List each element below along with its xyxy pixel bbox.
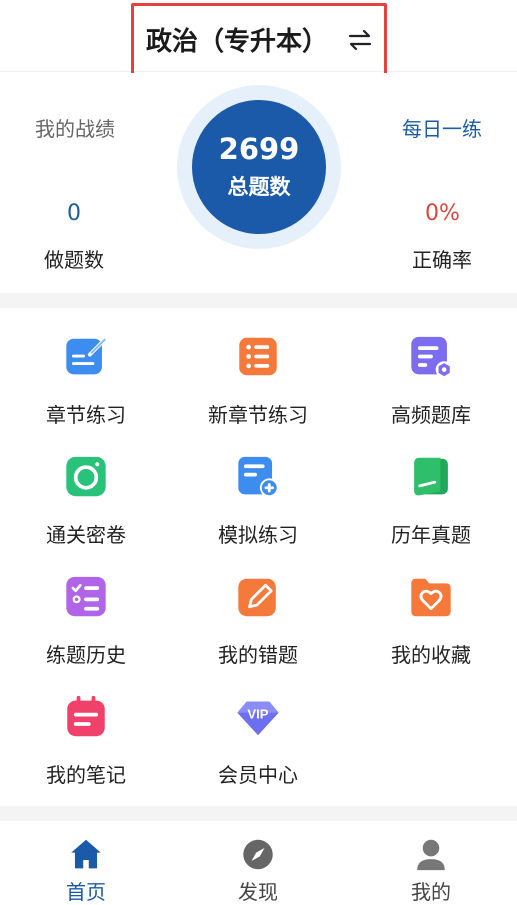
menu-item-label: 历年真题 xyxy=(391,523,471,547)
stats-panel: 我的战绩 每日一练 2699 总题数 0 做题数 0% 正确率 xyxy=(0,73,517,293)
tab-mine[interactable]: 我的 xyxy=(345,821,517,905)
menu-item-label: 我的错题 xyxy=(218,643,298,667)
tab-label: 发现 xyxy=(238,880,278,904)
total-questions-circle: 2699 总题数 xyxy=(192,100,326,234)
menu-item-my-favorites[interactable]: 我的收藏 xyxy=(345,548,517,668)
section-divider xyxy=(0,806,517,821)
accuracy-value: 0% xyxy=(425,201,460,226)
menu-item-label: 通关密卷 xyxy=(46,523,126,547)
menu-item-past-exams[interactable]: 历年真题 xyxy=(345,428,517,548)
done-count-value: 0 xyxy=(67,201,81,226)
daily-practice-link[interactable]: 每日一练 xyxy=(402,113,482,142)
home-icon xyxy=(71,839,101,869)
menu-item-label: 练题历史 xyxy=(46,643,126,667)
svg-text:VIP: VIP xyxy=(247,706,268,721)
notes-icon xyxy=(67,695,105,737)
done-count-label: 做题数 xyxy=(44,248,104,272)
menu-item-label: 我的笔记 xyxy=(46,763,126,787)
accuracy-label: 正确率 xyxy=(412,248,472,272)
question-bank-icon xyxy=(411,336,453,379)
vip-icon: VIP xyxy=(237,701,279,736)
header: 政治（专升本） xyxy=(0,0,517,76)
menu-item-vip-center[interactable]: VIP 会员中心 xyxy=(172,668,344,788)
menu-item-high-frequency-bank[interactable]: 高频题库 xyxy=(345,308,517,428)
menu-item-label: 会员中心 xyxy=(218,763,298,787)
tab-label: 首页 xyxy=(66,880,106,904)
bottom-tab-bar: 首页 发现 我的 xyxy=(0,821,517,905)
favorite-folder-icon xyxy=(411,578,451,617)
my-record-label: 我的战绩 xyxy=(35,117,115,141)
menu-item-practice-history[interactable]: 练题历史 xyxy=(0,548,172,668)
camera-icon xyxy=(66,456,106,497)
total-questions-label: 总题数 xyxy=(227,174,291,199)
total-questions-value: 2699 xyxy=(218,132,300,167)
subject-switch-button[interactable]: 政治（专升本） xyxy=(131,3,387,76)
add-document-icon xyxy=(238,456,279,498)
tab-home[interactable]: 首页 xyxy=(0,821,172,905)
menu-item-label: 我的收藏 xyxy=(391,643,471,667)
tab-discover[interactable]: 发现 xyxy=(172,821,344,905)
menu-item-secret-papers[interactable]: 通关密卷 xyxy=(0,428,172,548)
edit-icon xyxy=(238,578,276,617)
menu-item-label: 新章节练习 xyxy=(208,403,308,427)
menu-item-my-mistakes[interactable]: 我的错题 xyxy=(172,548,344,668)
menu-item-new-chapter-practice[interactable]: 新章节练习 xyxy=(172,308,344,428)
menu-item-label: 模拟练习 xyxy=(218,523,298,547)
feature-grid: 章节练习 新章节练习 高频题库 通关密卷 模拟练习 历年真题 练题历史 我的错题… xyxy=(0,308,517,806)
menu-item-chapter-practice[interactable]: 章节练习 xyxy=(0,308,172,428)
section-divider xyxy=(0,293,517,308)
checklist-icon xyxy=(66,576,106,617)
menu-item-my-notes[interactable]: 我的笔记 xyxy=(0,668,172,788)
subject-title: 政治（专升本） xyxy=(145,27,328,57)
chapter-practice-icon xyxy=(66,338,106,375)
tab-label: 我的 xyxy=(411,880,451,904)
menu-item-mock-practice[interactable]: 模拟练习 xyxy=(172,428,344,548)
menu-item-label: 章节练习 xyxy=(46,403,126,427)
list-icon xyxy=(239,337,277,376)
compass-icon xyxy=(243,839,273,870)
swap-arrows-icon xyxy=(348,29,372,50)
user-icon xyxy=(417,839,445,871)
menu-item-label: 高频题库 xyxy=(391,403,471,427)
book-icon xyxy=(414,457,448,496)
